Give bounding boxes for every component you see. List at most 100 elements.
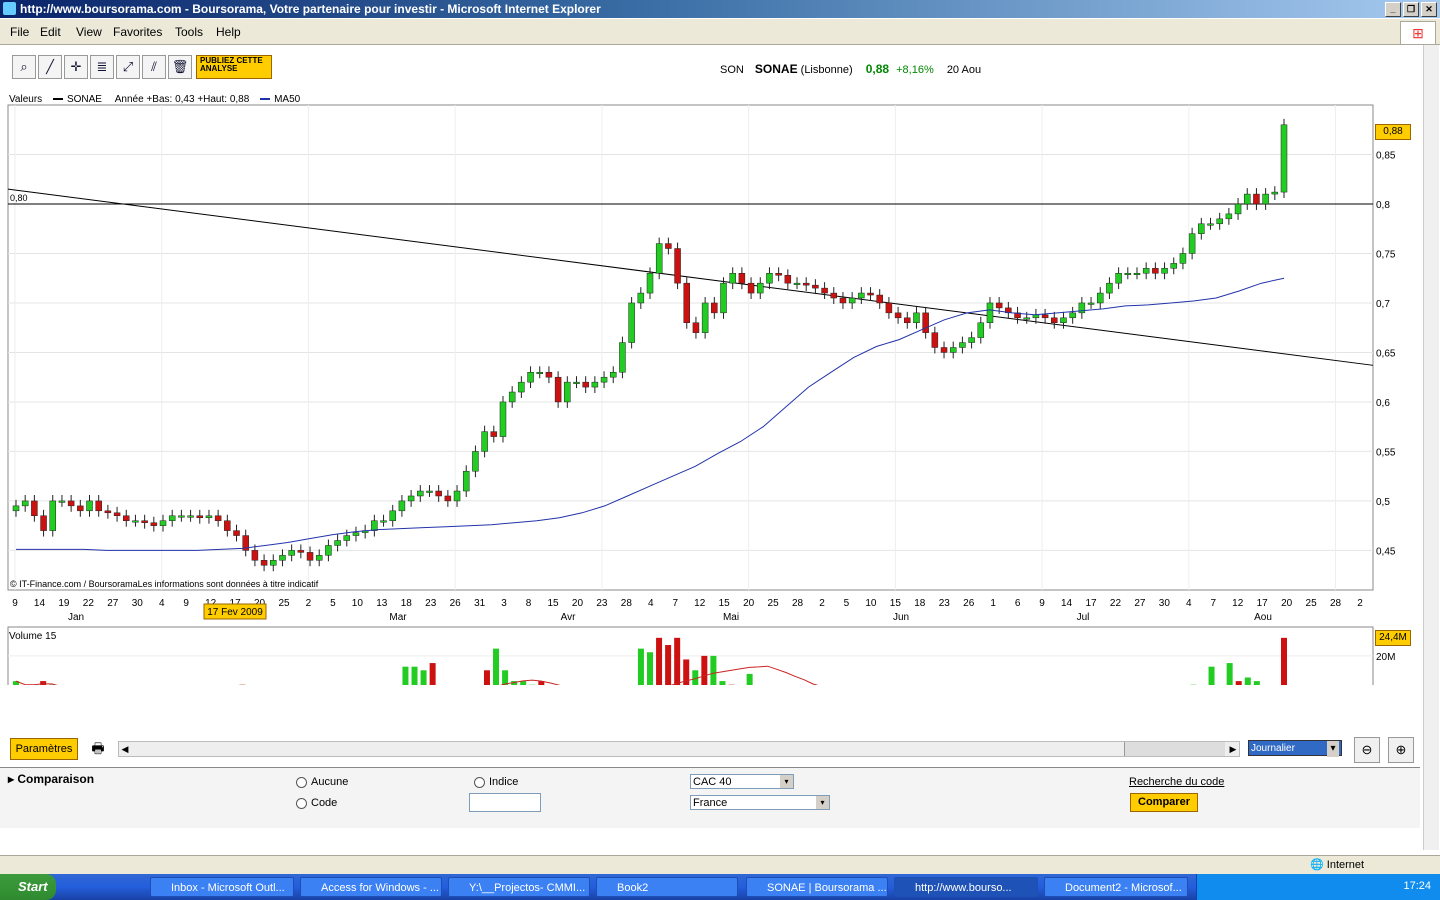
task-sonae[interactable]: SONAE | Boursorama ... (746, 877, 888, 897)
month-label: Avr (561, 612, 576, 623)
menu-file[interactable]: File (10, 25, 29, 39)
task-ie-active[interactable]: http://www.bourso... (894, 877, 1038, 897)
candle-body (270, 560, 277, 566)
x-tick-label: 30 (1159, 598, 1171, 609)
menu-favorites[interactable]: Favorites (113, 25, 162, 39)
candle-body (619, 342, 626, 373)
candle-body (389, 510, 396, 521)
task-word[interactable]: Document2 - Microsof... (1044, 877, 1188, 897)
scroll-left-icon[interactable]: ◀ (119, 742, 131, 756)
candle-body (913, 312, 920, 324)
candle-body (214, 515, 222, 521)
candle-body (380, 520, 387, 523)
chart-hscroll[interactable]: ◀ ▶ (118, 741, 1240, 757)
month-label: Aou (1254, 612, 1272, 623)
menu-tools[interactable]: Tools (175, 25, 203, 39)
country-select[interactable]: France ▾ (690, 795, 830, 810)
candle-body (995, 302, 1003, 309)
volume-bar (1226, 663, 1233, 685)
candle-body (343, 535, 351, 541)
candle-body (21, 500, 29, 507)
radio-aucune-label: Aucune (311, 776, 349, 788)
candle-body (113, 512, 121, 517)
candle-body (444, 495, 452, 502)
index-select[interactable]: CAC 40 ▾ (690, 774, 794, 789)
volume-bar (402, 666, 409, 685)
candle-body (564, 381, 571, 403)
month-label: Jul (1077, 612, 1090, 623)
zoom-out-icon[interactable]: ⊖ (1354, 737, 1380, 763)
candle-body (821, 287, 828, 294)
task-access[interactable]: Access for Windows - ... (300, 877, 442, 897)
zoom-in-icon[interactable]: ⊕ (1388, 737, 1414, 763)
minimize-button[interactable]: _ (1385, 2, 1401, 17)
y-tick-label: 0,6 (1376, 398, 1390, 409)
candle-body (435, 490, 442, 497)
candle-body (12, 505, 20, 512)
x-tick-label: 28 (792, 598, 804, 609)
candle-body (986, 302, 994, 324)
candle-body (1124, 273, 1132, 276)
candle-body (1234, 203, 1242, 215)
comparer-button[interactable]: Comparer (1130, 793, 1198, 812)
candle-body (1271, 191, 1279, 195)
candle-body (1225, 213, 1233, 220)
y-tick-label: 0,5 (1376, 497, 1390, 508)
task-outlook[interactable]: Inbox - Microsoft Outl... (150, 877, 294, 897)
x-tick-label: 12 (694, 598, 706, 609)
candle-body (306, 552, 314, 561)
menu-help[interactable]: Help (216, 25, 241, 39)
candle-body (1170, 263, 1177, 269)
chevron-down-icon: ▾ (780, 775, 793, 788)
x-tick-label: 4 (1186, 598, 1192, 609)
volume-bar (493, 648, 500, 685)
candle-body (260, 560, 268, 566)
candle-body (637, 292, 645, 304)
candle-body (949, 347, 957, 353)
candle-body (894, 312, 902, 319)
candle-body (1253, 193, 1260, 205)
candle-body (1041, 314, 1049, 319)
x-tick-label: 7 (672, 598, 678, 609)
x-tick-label: 12 (1232, 598, 1244, 609)
candle-body (527, 371, 534, 383)
candle-body (1106, 282, 1113, 294)
restore-button[interactable]: ❐ (1403, 2, 1419, 17)
menu-view[interactable]: View (76, 25, 102, 39)
x-tick-label: 2 (819, 598, 825, 609)
parametres-button[interactable]: Paramètres (10, 738, 78, 760)
scroll-right-icon[interactable]: ▶ (1227, 742, 1239, 756)
price-chart[interactable]: 0,850,80,750,70,650,60,550,50,459 14 19 22 2… (0, 45, 1420, 685)
page-vscroll[interactable] (1423, 45, 1439, 850)
radio-code[interactable]: Code (296, 797, 337, 809)
candle-body (683, 282, 691, 324)
close-button[interactable]: ✕ (1421, 2, 1437, 17)
candle-body (499, 401, 507, 437)
radio-indice[interactable]: Indice (474, 776, 518, 788)
scroll-thumb[interactable] (1124, 742, 1225, 756)
x-tick-label: 2 (1357, 598, 1363, 609)
volume-bar (1244, 677, 1251, 685)
candle-body (793, 282, 801, 285)
search-code-link[interactable]: Recherche du code (1129, 776, 1224, 788)
candle-body (1179, 253, 1187, 264)
candle-body (481, 431, 488, 452)
radio-aucune[interactable]: Aucune (296, 776, 348, 788)
candle-body (738, 273, 746, 284)
task-book2[interactable]: Book2 (596, 877, 738, 897)
candle-body (1152, 268, 1159, 274)
candle-body (1023, 317, 1030, 320)
x-tick-label: 30 (132, 598, 144, 609)
code-input[interactable] (469, 793, 541, 812)
menu-edit[interactable]: Edit (40, 25, 61, 39)
task-folder[interactable]: Y:\__Projectos- CMMI... (448, 877, 590, 897)
period-select[interactable]: Journalier ▾ (1248, 740, 1342, 757)
x-tick-label: 20 (1281, 598, 1293, 609)
x-tick-label: 22 (83, 598, 95, 609)
printer-icon[interactable]: 🖶 (88, 738, 108, 758)
candle-body (40, 515, 47, 531)
start-button[interactable]: Start (0, 874, 56, 900)
candle-body (1133, 273, 1141, 276)
chart-viewer: ⌕ ╱ ✛ ≣ ⤢ ⫽ 🗑 PUBLIEZ CETTE ANALYSE SON … (0, 45, 1440, 855)
candle-body (536, 371, 543, 374)
